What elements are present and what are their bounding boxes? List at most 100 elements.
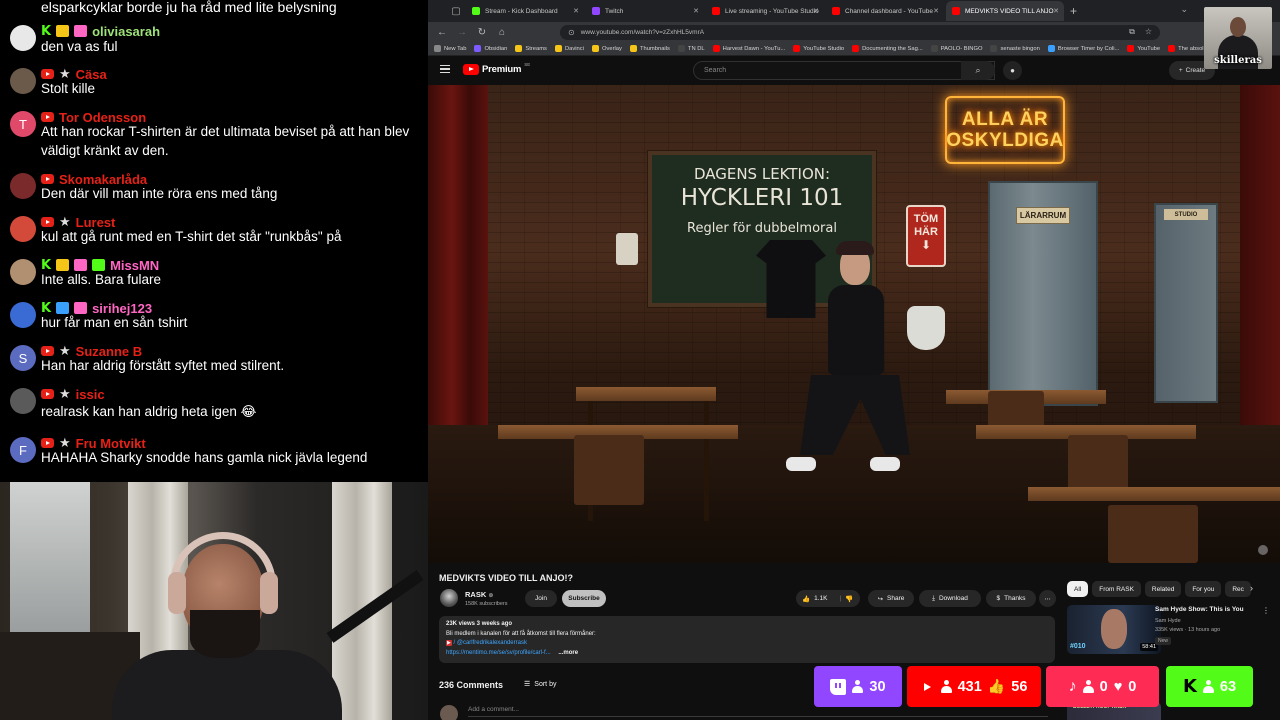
bookmark-item[interactable]: Obsidian: [474, 45, 507, 52]
recommended-video-channel[interactable]: Sam Hyde: [1155, 618, 1181, 624]
channel-link[interactable]: / @carlfredrikalexanderrask: [454, 640, 527, 646]
channel-watermark-icon[interactable]: [1258, 545, 1268, 555]
close-icon[interactable]: ✕: [1053, 7, 1059, 15]
recommendation-chips: All From RASK Related For you Rec: [1067, 581, 1251, 597]
bookmark-item[interactable]: PAOLO- BINGO: [930, 45, 982, 52]
tab-search-icon[interactable]: ▢: [448, 3, 464, 19]
close-icon[interactable]: ✕: [933, 7, 939, 15]
star-icon: ★: [59, 386, 71, 401]
sort-button[interactable]: ☰ Sort by: [524, 680, 556, 689]
overlay-name: skilleras: [1214, 55, 1262, 66]
join-label: Join: [535, 595, 547, 602]
bookmark-label: YouTube Studio: [803, 45, 845, 52]
browser-tab[interactable]: Twitch ✕: [586, 1, 704, 21]
user-avatar[interactable]: T: [10, 111, 36, 137]
bookmark-item[interactable]: Documenting the Sag...: [852, 45, 923, 52]
user-avatar[interactable]: S: [10, 345, 36, 371]
forward-icon[interactable]: →: [452, 27, 472, 38]
search-icon[interactable]: ⌕: [961, 61, 995, 80]
user-avatar[interactable]: [10, 259, 36, 285]
close-icon[interactable]: ✕: [573, 7, 579, 15]
bookmark-item[interactable]: YouTube: [1127, 45, 1160, 52]
url-input[interactable]: ⊙ www.youtube.com/watch?v=zZxhHL5vmrA ⧉ …: [560, 25, 1160, 40]
user-avatar[interactable]: [10, 25, 36, 51]
subscribe-button[interactable]: Subscribe: [562, 590, 606, 607]
desk-leg: [704, 401, 709, 521]
chat-username[interactable]: issic: [76, 387, 105, 402]
filter-chip[interactable]: Related: [1144, 581, 1182, 597]
site-info-icon[interactable]: ⊙: [568, 28, 575, 37]
filter-chip[interactable]: Rec: [1225, 581, 1251, 597]
bookmark-item[interactable]: Streams: [515, 45, 547, 52]
bookmark-star-icon[interactable]: ☆: [1145, 27, 1152, 37]
description-box[interactable]: 23K views 3 weeks ago Bli medlem i kanal…: [439, 616, 1055, 663]
bookmark-item[interactable]: senaste bingon: [990, 45, 1040, 52]
bookmark-item[interactable]: Davinci: [554, 45, 584, 52]
webcam-window: [10, 482, 90, 632]
user-avatar[interactable]: [10, 388, 36, 414]
description-line: Bli medlem i kanalen för att få åtkomst …: [446, 630, 596, 637]
like-icon[interactable]: 👍: [802, 595, 810, 603]
thanks-label: Thanks: [1004, 595, 1026, 602]
microphone-icon[interactable]: ●: [1003, 61, 1022, 80]
menu-icon[interactable]: [440, 65, 450, 73]
back-icon[interactable]: ←: [432, 27, 452, 38]
bookmark-label: TN DL: [687, 45, 705, 52]
new-tab-icon[interactable]: +: [1070, 4, 1077, 18]
channel-avatar[interactable]: [440, 589, 458, 607]
browser-tab[interactable]: Channel dashboard - YouTube ✕: [826, 1, 944, 21]
close-icon[interactable]: ✕: [813, 7, 819, 15]
user-avatar[interactable]: F: [10, 437, 36, 463]
filter-chip[interactable]: For you: [1185, 581, 1222, 597]
channel-name[interactable]: RASK ⊚: [465, 590, 493, 599]
chat-message-text: Den där vill man inte röra ens med tång: [41, 186, 278, 201]
youtube-icon: [41, 112, 54, 122]
recommended-video-title[interactable]: Sam Hyde Show: This is You: [1155, 606, 1244, 613]
user-avatar[interactable]: [10, 173, 36, 199]
like-count[interactable]: 1.1K: [814, 595, 827, 602]
comments-count: 236 Comments: [439, 680, 504, 690]
reload-icon[interactable]: ↻: [472, 27, 492, 38]
user-avatar[interactable]: [10, 216, 36, 242]
twitch-stats-badge: 30: [814, 666, 902, 707]
recommended-video-thumbnail[interactable]: #010 58:41: [1067, 605, 1161, 654]
chevron-right-icon[interactable]: ›: [1250, 583, 1253, 593]
video-player[interactable]: DAGENS LEKTION: HYCKLERI 101 Regler för …: [428, 85, 1280, 563]
browser-tab[interactable]: Stream - Kick Dashboard ✕: [466, 1, 584, 21]
home-icon[interactable]: ⌂: [492, 27, 512, 38]
bookmark-item[interactable]: YouTube Studio: [793, 45, 844, 52]
chevron-down-icon[interactable]: ⌄: [1180, 4, 1188, 15]
bookmark-item[interactable]: Browser Timer by Coli...: [1047, 45, 1119, 52]
bookmark-item[interactable]: Thumbnails: [629, 45, 670, 52]
tshirt: [756, 240, 826, 318]
download-button[interactable]: ⤓ Download: [919, 590, 981, 607]
bookmark-item[interactable]: Overlay: [591, 45, 622, 52]
browser-tab[interactable]: MEDVIKTS VIDEO TILL ANJO ✕: [946, 1, 1064, 21]
add-comment-input[interactable]: Add a comment...: [468, 706, 1048, 717]
show-more-link[interactable]: ...more: [558, 650, 578, 656]
user-avatar[interactable]: [10, 68, 36, 94]
youtube-logo[interactable]: Premium SE: [463, 62, 530, 75]
browser-tab[interactable]: Live streaming - YouTube Studio ✕: [706, 1, 824, 21]
dislike-icon[interactable]: 👎: [845, 595, 853, 603]
join-button[interactable]: Join: [525, 590, 557, 607]
headphone-cup: [168, 572, 186, 614]
user-avatar[interactable]: [10, 302, 36, 328]
search-input[interactable]: Search: [693, 61, 995, 80]
external-link[interactable]: https://mentimo.me/se/sv/profile/carl-f.…: [446, 650, 551, 656]
bookmark-item[interactable]: Harvest Dawn - YouTu...: [712, 45, 785, 52]
filter-chip[interactable]: All: [1067, 581, 1089, 597]
more-vertical-icon[interactable]: ⋮: [1262, 606, 1270, 615]
more-actions-button[interactable]: ⋯: [1039, 590, 1056, 607]
webcam-feed: [0, 482, 428, 720]
close-icon[interactable]: ✕: [693, 7, 699, 15]
share-button[interactable]: ↪ Share: [868, 590, 914, 607]
cast-icon[interactable]: ⧉: [1129, 27, 1135, 37]
like-dislike-group: 👍 1.1K | 👎: [796, 590, 860, 607]
recommended-video-meta: 335K views · 13 hours ago: [1155, 627, 1221, 633]
bookmark-item[interactable]: New Tab: [434, 45, 466, 52]
bookmark-item[interactable]: TN DL: [677, 45, 705, 52]
filter-chip[interactable]: From RASK: [1092, 581, 1141, 597]
bookmark-icon: [515, 45, 523, 52]
thanks-button[interactable]: $ Thanks: [986, 590, 1036, 607]
